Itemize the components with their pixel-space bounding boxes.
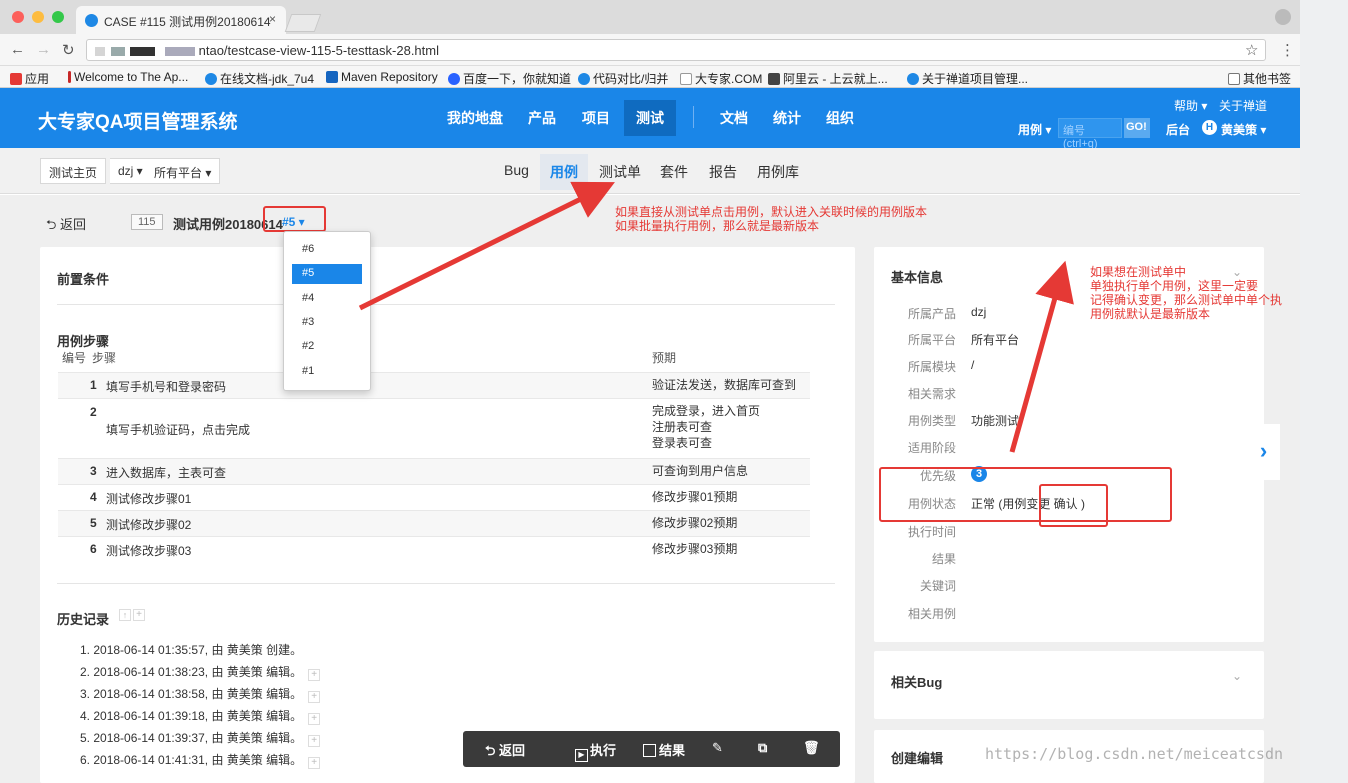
annotation-arrow-left xyxy=(358,181,615,311)
annotation-arrow-right xyxy=(1009,260,1074,453)
annotation-arrows xyxy=(358,181,1074,453)
background-strip xyxy=(1300,0,1348,783)
watermark-text: https://blog.csdn.net/meiceatcsdn xyxy=(985,745,1284,763)
